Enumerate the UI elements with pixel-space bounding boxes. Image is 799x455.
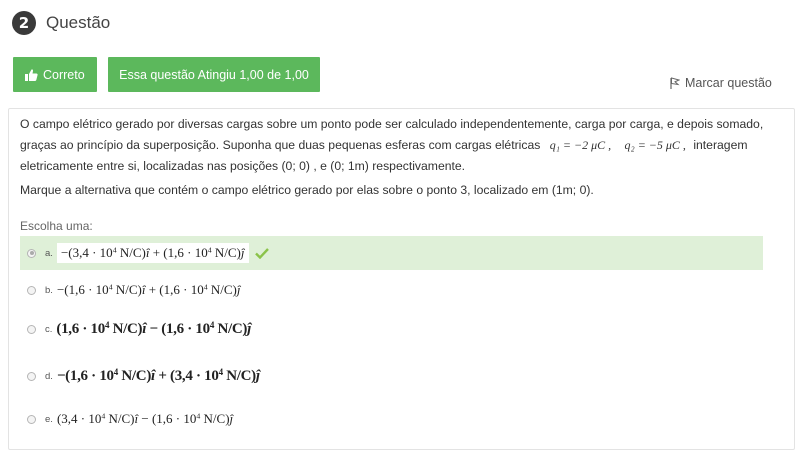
- question-paragraph-2: Marque a alternativa que contém o campo …: [20, 183, 594, 197]
- answer-letter-b: b.: [45, 284, 53, 296]
- answer-radio-e[interactable]: [27, 414, 36, 424]
- answer-option-e[interactable]: e. (3,4 · 104 N/C)î − (1,6 · 104 N/C)ĵ: [20, 407, 763, 431]
- question-number-badge: 2: [12, 11, 36, 35]
- answer-option-a[interactable]: a. −(3,4 · 104 N/C)î + (1,6 · 104 N/C)ĵ: [20, 236, 763, 270]
- flag-question-link[interactable]: Marcar questão: [670, 76, 772, 90]
- answer-letter-d: d.: [45, 370, 53, 382]
- answer-radio-a[interactable]: [27, 248, 36, 258]
- answer-radio-b[interactable]: [27, 285, 36, 295]
- status-badge-correct: Correto: [13, 57, 97, 92]
- answer-formula-a: −(3,4 · 104 N/C)î + (1,6 · 104 N/C)ĵ: [56, 243, 249, 263]
- question-title: Questão: [46, 13, 111, 32]
- check-icon: [254, 247, 269, 259]
- flag-label: Marcar questão: [685, 76, 772, 90]
- choose-label: Escolha uma:: [20, 219, 93, 233]
- answer-formula-b: −(1,6 · 104 N/C)î + (1,6 · 104 N/C)ĵ: [56, 282, 241, 297]
- answer-letter-a: a.: [45, 247, 53, 259]
- answer-formula-e: (3,4 · 104 N/C)î − (1,6 · 104 N/C)ĵ: [56, 411, 234, 426]
- answer-option-b[interactable]: b. −(1,6 · 104 N/C)î + (1,6 · 104 N/C)ĵ: [20, 279, 763, 301]
- grade-label: Essa questão Atingiu 1,00 de 1,00: [119, 67, 309, 82]
- answer-formula-c: (1,6 · 104 N/C)î − (1,6 · 104 N/C)ĵ: [56, 320, 251, 337]
- charge-q2: q₂ = −5 μC ,: [624, 138, 686, 152]
- charge-q1: q₁ = −2 μC ,: [549, 138, 612, 152]
- grade-badge: Essa questão Atingiu 1,00 de 1,00: [108, 57, 320, 92]
- thumbs-up-icon: [25, 68, 38, 81]
- flag-icon: [670, 77, 680, 89]
- answer-letter-c: c.: [45, 323, 53, 335]
- question-text: O campo elétrico gerado por diversas car…: [20, 114, 780, 201]
- status-label: Correto: [43, 67, 85, 82]
- answer-radio-d[interactable]: [27, 371, 36, 381]
- answer-option-c[interactable]: c. (1,6 · 104 N/C)î − (1,6 · 104 N/C)ĵ: [20, 316, 763, 342]
- answer-formula-d: −(1,6 · 104 N/C)î + (3,4 · 104 N/C)ĵ: [56, 367, 260, 384]
- answer-letter-e: e.: [45, 413, 53, 425]
- question-header: 2 Questão: [12, 11, 110, 35]
- answer-radio-c[interactable]: [27, 324, 36, 334]
- answer-option-d[interactable]: d. −(1,6 · 104 N/C)î + (3,4 · 104 N/C)ĵ: [20, 363, 763, 389]
- question-paragraph-1: O campo elétrico gerado por diversas car…: [20, 114, 780, 177]
